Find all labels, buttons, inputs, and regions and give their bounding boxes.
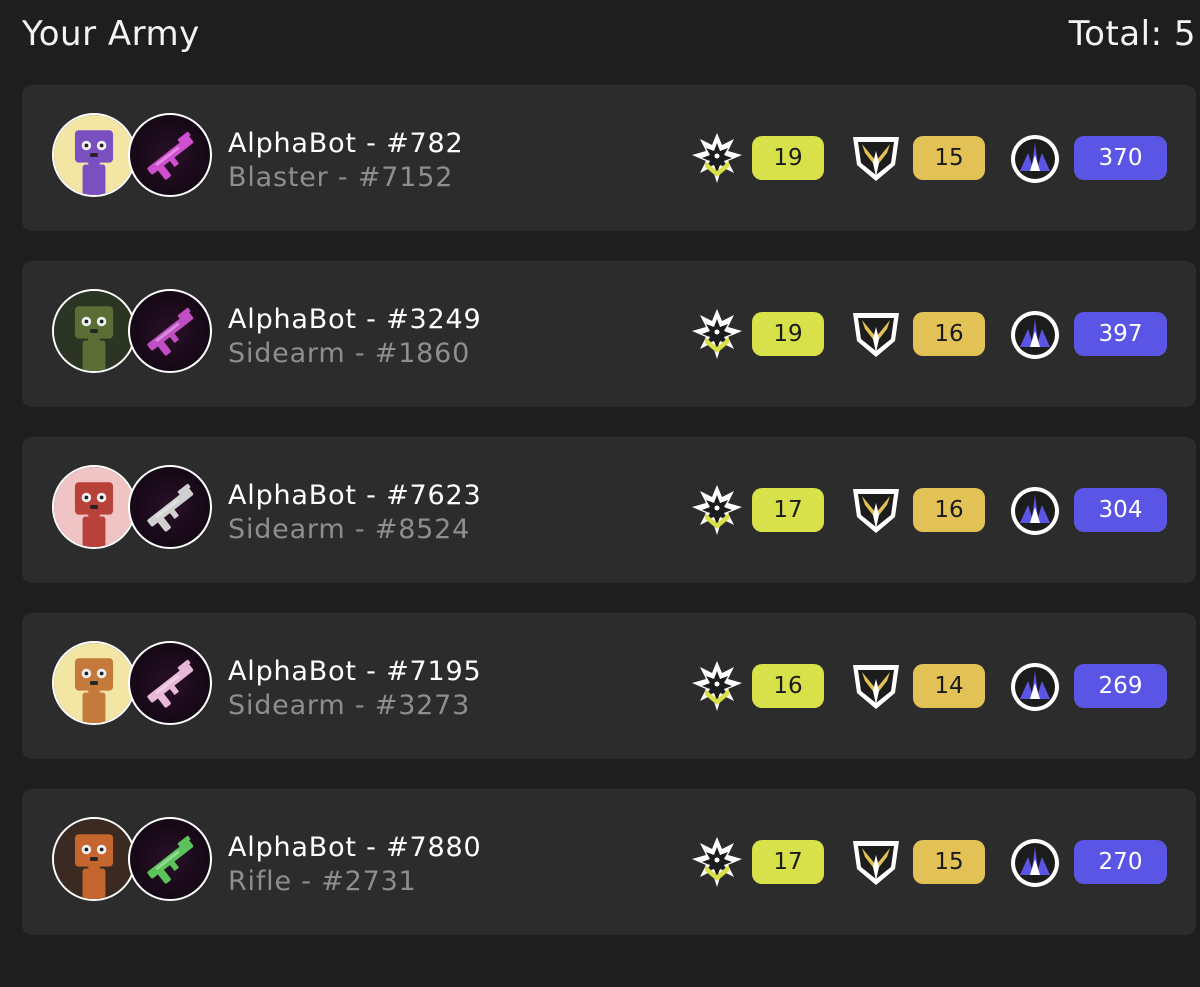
- army-unit-card[interactable]: AlphaBot - #7880 Rifle - #2731 17 15 270: [22, 789, 1196, 935]
- attack-emblem-icon: [690, 307, 744, 361]
- army-unit-card[interactable]: AlphaBot - #7623 Sidearm - #8524 17 16 3…: [22, 437, 1196, 583]
- army-total: Total: 5: [1068, 14, 1196, 54]
- power-crest-icon: [1008, 483, 1062, 537]
- weapon-avatar[interactable]: [128, 289, 212, 373]
- weapon-icon: [147, 659, 194, 708]
- army-unit-card[interactable]: AlphaBot - #782 Blaster - #7152 19 15 37…: [22, 85, 1196, 231]
- weapon-avatar[interactable]: [128, 641, 212, 725]
- weapon-name: Sidearm - #3273: [228, 690, 471, 721]
- attack-value-badge: 17: [752, 488, 824, 532]
- army-unit-card[interactable]: AlphaBot - #3249 Sidearm - #1860 19 16 3…: [22, 261, 1196, 407]
- attack-value-badge: 17: [752, 840, 824, 884]
- defense-shield-icon: [849, 659, 903, 713]
- bot-avatar[interactable]: [52, 113, 136, 197]
- robot-icon: [54, 643, 134, 723]
- weapon-avatar[interactable]: [128, 817, 212, 901]
- defense-value-badge: 16: [913, 312, 985, 356]
- power-value-badge: 370: [1074, 136, 1167, 180]
- bot-name: AlphaBot - #782: [228, 128, 464, 159]
- bot-avatar[interactable]: [52, 465, 136, 549]
- robot-icon: [54, 115, 134, 195]
- bot-avatar[interactable]: [52, 641, 136, 725]
- defense-value-badge: 15: [913, 136, 985, 180]
- unit-names: AlphaBot - #782 Blaster - #7152: [228, 127, 463, 195]
- army-header: Your Army Total: 5: [22, 14, 1200, 58]
- bot-name: AlphaBot - #7880: [228, 832, 482, 863]
- bot-avatar[interactable]: [52, 289, 136, 373]
- attack-emblem-icon: [690, 835, 744, 889]
- army-unit-card[interactable]: AlphaBot - #7195 Sidearm - #3273 16 14 2…: [22, 613, 1196, 759]
- unit-names: AlphaBot - #7880 Rifle - #2731: [228, 831, 481, 899]
- weapon-avatar[interactable]: [128, 113, 212, 197]
- robot-icon: [54, 467, 134, 547]
- bot-avatar[interactable]: [52, 817, 136, 901]
- power-crest-icon: [1008, 659, 1062, 713]
- attack-value-badge: 19: [752, 312, 824, 356]
- attack-value-badge: 19: [752, 136, 824, 180]
- power-value-badge: 269: [1074, 664, 1167, 708]
- power-value-badge: 270: [1074, 840, 1167, 884]
- bot-name: AlphaBot - #3249: [228, 304, 482, 335]
- weapon-name: Rifle - #2731: [228, 866, 417, 897]
- robot-icon: [54, 291, 134, 371]
- bot-name: AlphaBot - #7195: [228, 656, 482, 687]
- weapon-icon: [147, 131, 194, 180]
- weapon-icon: [147, 307, 194, 356]
- bot-name: AlphaBot - #7623: [228, 480, 482, 511]
- weapon-icon: [147, 483, 194, 532]
- power-value-badge: 304: [1074, 488, 1167, 532]
- defense-shield-icon: [849, 307, 903, 361]
- army-list: AlphaBot - #782 Blaster - #7152 19 15 37…: [22, 85, 1196, 965]
- weapon-name: Sidearm - #1860: [228, 338, 471, 369]
- unit-names: AlphaBot - #3249 Sidearm - #1860: [228, 303, 481, 371]
- unit-names: AlphaBot - #7623 Sidearm - #8524: [228, 479, 481, 547]
- weapon-avatar[interactable]: [128, 465, 212, 549]
- defense-shield-icon: [849, 835, 903, 889]
- weapon-icon: [147, 835, 194, 884]
- defense-value-badge: 15: [913, 840, 985, 884]
- defense-value-badge: 14: [913, 664, 985, 708]
- robot-icon: [54, 819, 134, 899]
- unit-names: AlphaBot - #7195 Sidearm - #3273: [228, 655, 481, 723]
- weapon-name: Sidearm - #8524: [228, 514, 471, 545]
- power-crest-icon: [1008, 131, 1062, 185]
- power-crest-icon: [1008, 835, 1062, 889]
- page-title: Your Army: [22, 14, 200, 54]
- attack-emblem-icon: [690, 659, 744, 713]
- attack-value-badge: 16: [752, 664, 824, 708]
- attack-emblem-icon: [690, 483, 744, 537]
- power-value-badge: 397: [1074, 312, 1167, 356]
- defense-shield-icon: [849, 131, 903, 185]
- defense-value-badge: 16: [913, 488, 985, 532]
- weapon-name: Blaster - #7152: [228, 162, 454, 193]
- attack-emblem-icon: [690, 131, 744, 185]
- power-crest-icon: [1008, 307, 1062, 361]
- defense-shield-icon: [849, 483, 903, 537]
